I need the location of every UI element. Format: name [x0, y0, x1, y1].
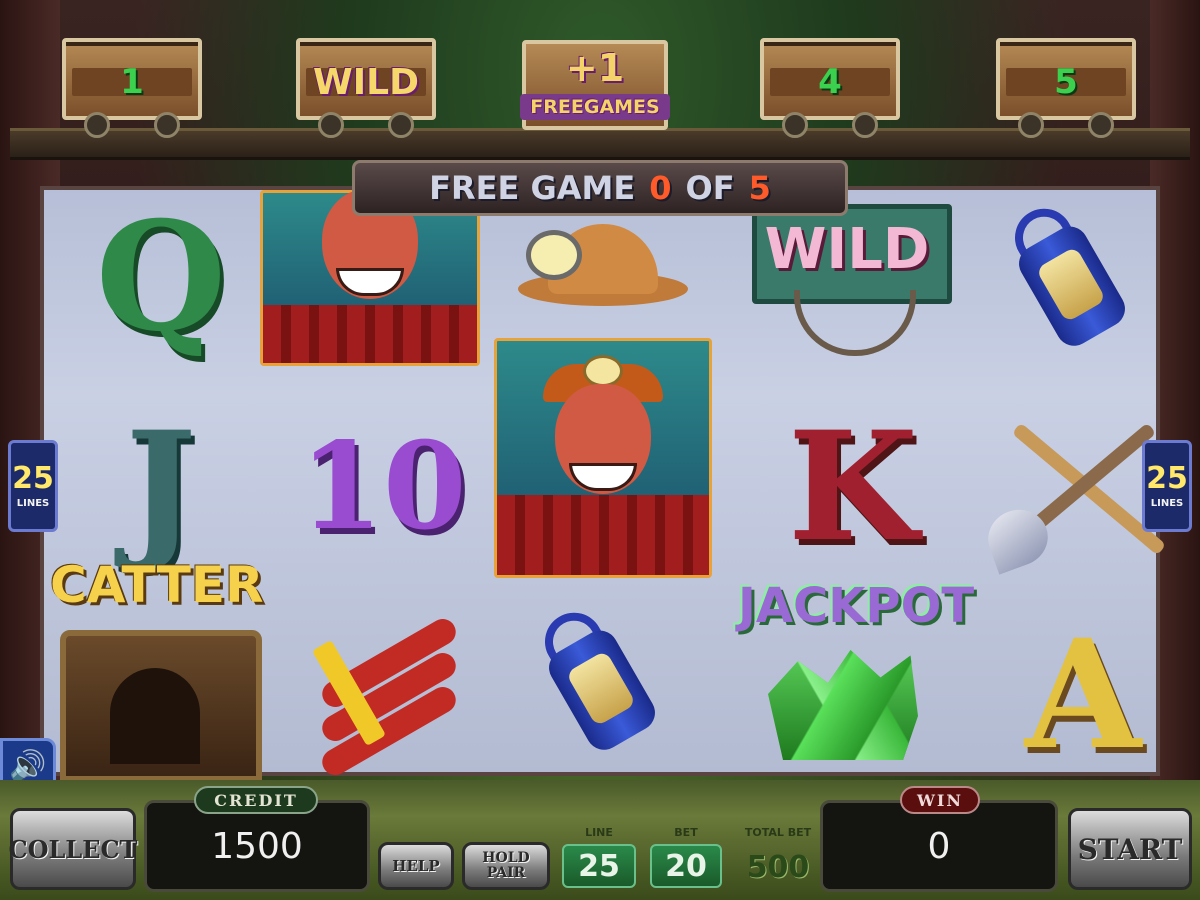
wheel-icon: [1088, 112, 1114, 138]
lantern-icon: [492, 574, 707, 796]
jackpot-text: JACKPOT: [738, 578, 975, 634]
symbol-10: 10: [299, 416, 467, 557]
symbol-miner: [260, 189, 480, 366]
banner-of: OF: [685, 169, 735, 207]
win-label: WIN: [900, 786, 980, 814]
plus-one-label: +1: [565, 46, 625, 90]
wheel-icon: [318, 112, 344, 138]
symbol-k: K: [787, 399, 919, 575]
reel-area: Q WILD J 10 K CATTER JACKPOT A: [40, 186, 1167, 782]
wheel-icon: [1018, 112, 1044, 138]
free-games-label: FREEGAMES: [520, 94, 670, 120]
wheel-icon: [84, 112, 110, 138]
wheel-icon: [782, 112, 808, 138]
cart-label: 1: [120, 62, 144, 102]
wild-text: WILD: [764, 216, 930, 282]
cart-1: 1: [62, 38, 202, 138]
lines-badge-right: 25 LINES: [1142, 440, 1192, 532]
lines-count: 25: [12, 460, 54, 496]
symbol-jackpot: JACKPOT: [738, 570, 975, 770]
free-game-total: 5: [748, 169, 771, 207]
symbol-j: J: [125, 399, 197, 575]
banner-prefix: FREE GAME: [429, 169, 636, 207]
win-value: 0: [927, 825, 951, 867]
mine-rail: [10, 128, 1190, 160]
help-button[interactable]: HELP: [378, 842, 454, 890]
free-game-banner: FREE GAME 0 OF 5: [352, 160, 848, 216]
lines-count: 25: [1146, 460, 1188, 496]
lantern-icon: [962, 170, 1177, 392]
start-button[interactable]: START: [1068, 808, 1192, 890]
line-label: LINE: [585, 826, 613, 839]
symbol-miner: [494, 338, 712, 578]
collect-button[interactable]: COLLECT: [9, 808, 138, 890]
total-bet-value: 500: [746, 850, 810, 885]
scatter-text: CATTER: [50, 556, 264, 614]
cart-5: 5: [996, 38, 1136, 138]
credit-label: CREDIT: [194, 786, 318, 814]
gems-icon: [768, 650, 918, 760]
symbol-q: Q: [95, 189, 227, 365]
credit-value: 1500: [211, 825, 303, 867]
wheel-icon: [154, 112, 180, 138]
lines-label: LINES: [16, 497, 50, 509]
lines-badge-left: 25 LINES: [8, 440, 58, 532]
symbol-a: A: [1024, 607, 1142, 783]
cart-wild: WILD: [296, 38, 436, 138]
wheel-icon: [852, 112, 878, 138]
cart-label: 5: [1054, 62, 1078, 102]
lines-label: LINES: [1150, 497, 1184, 509]
symbol-scatter: CATTER: [50, 550, 270, 782]
cart-label: WILD: [313, 62, 419, 103]
bet-label: BET: [674, 826, 698, 839]
dynamite-icon: [274, 600, 484, 780]
cart-label: 4: [818, 62, 842, 102]
cart-4: 4: [760, 38, 900, 138]
cart-free-games: +1 FREEGAMES: [520, 40, 670, 130]
line-value[interactable]: 25: [562, 844, 636, 888]
total-bet-label: TOTAL BET: [744, 826, 812, 839]
free-game-current: 0: [649, 169, 672, 207]
bet-value[interactable]: 20: [650, 844, 722, 888]
hold-pair-button[interactable]: HOLD PAIR: [462, 842, 550, 890]
wheel-icon: [388, 112, 414, 138]
